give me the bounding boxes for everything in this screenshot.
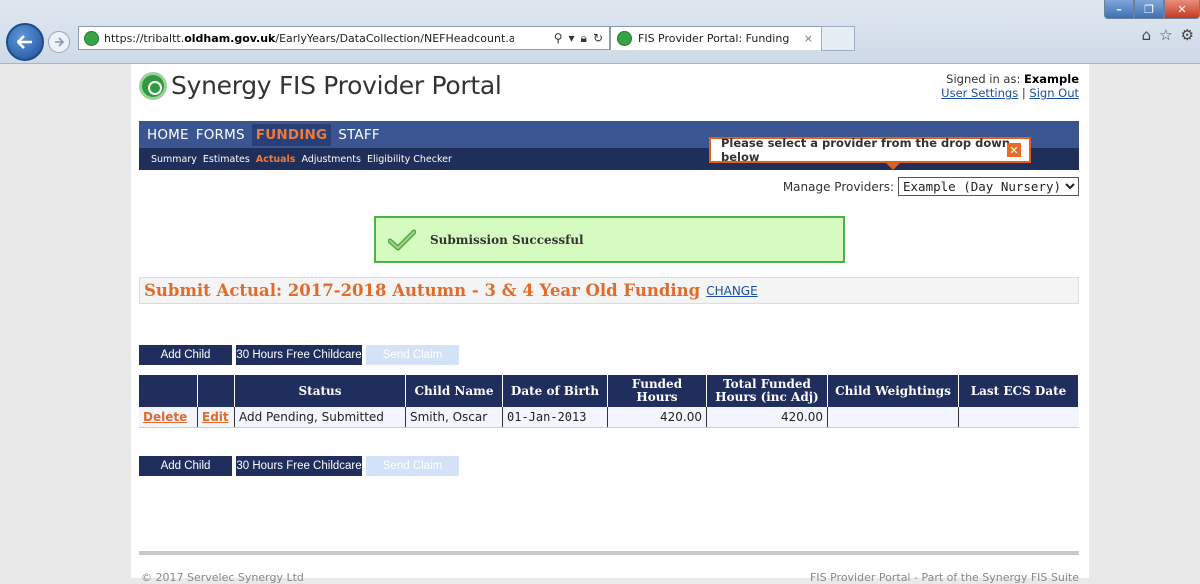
url-text: https://tribaltt.oldham.gov.uk/EarlyYear… xyxy=(104,31,514,45)
edit-link[interactable]: Edit xyxy=(202,410,229,424)
subnav-eligibility-checker[interactable]: Eligibility Checker xyxy=(367,154,452,165)
tab-favicon-icon xyxy=(617,31,632,46)
col-status[interactable]: Status xyxy=(234,375,406,407)
manage-providers-label: Manage Providers: xyxy=(782,179,894,194)
funded-hours-cell: 420.00 xyxy=(607,407,707,428)
children-table: Status Child Name Date of Birth Funded H… xyxy=(139,375,1079,428)
status-cell: Add Pending, Submitted xyxy=(234,407,406,428)
user-settings-link[interactable]: User Settings xyxy=(941,86,1018,100)
subnav-adjustments[interactable]: Adjustments xyxy=(301,154,361,165)
free-childcare-button-bottom[interactable]: 30 Hours Free Childcare xyxy=(236,456,362,476)
minimize-button[interactable]: – xyxy=(1104,0,1134,19)
edit-cell: Edit xyxy=(197,407,235,428)
button-row-bottom: Add Child 30 Hours Free Childcare Send C… xyxy=(139,456,459,476)
delete-cell: Delete xyxy=(139,407,198,428)
synergy-logo-icon xyxy=(139,71,167,100)
browser-chrome: – ❐ ✕ https://tribaltt.oldham.gov.uk/Ear… xyxy=(0,0,1200,64)
success-text: Submission Successful xyxy=(430,232,584,247)
provider-tooltip: Please select a provider from the drop d… xyxy=(709,136,1031,170)
settings-gear-icon[interactable]: ⚙ xyxy=(1181,26,1194,44)
logo-text: Synergy FIS Provider Portal xyxy=(171,71,502,100)
weightings-cell xyxy=(827,407,959,428)
window-controls: – ❐ ✕ xyxy=(1104,0,1200,19)
maximize-button[interactable]: ❐ xyxy=(1134,0,1164,19)
col-date-of-birth[interactable]: Date of Birth xyxy=(502,375,608,407)
table-header-row: Status Child Name Date of Birth Funded H… xyxy=(139,375,1079,407)
arrow-right-icon xyxy=(55,37,64,47)
total-funded-hours-cell: 420.00 xyxy=(706,407,828,428)
col-child-name[interactable]: Child Name xyxy=(405,375,503,407)
col-total-funded-hours[interactable]: Total Funded Hours (inc Adj) xyxy=(706,375,828,407)
tooltip-text: Please select a provider from the drop d… xyxy=(721,136,1011,164)
home-icon[interactable]: ⌂ xyxy=(1142,26,1152,44)
send-claim-button[interactable]: Send Claim xyxy=(366,345,459,365)
signed-in-user: Example xyxy=(1024,72,1079,86)
subnav-actuals[interactable]: Actuals xyxy=(256,154,296,165)
col-delete xyxy=(139,375,198,407)
nav-funding[interactable]: FUNDING xyxy=(251,123,332,146)
subnav-summary[interactable]: Summary xyxy=(151,154,197,165)
nav-forms[interactable]: FORMS xyxy=(196,127,245,143)
nav-staff[interactable]: STAFF xyxy=(338,127,380,143)
tab-close-icon[interactable]: × xyxy=(804,32,813,45)
address-bar[interactable]: https://tribaltt.oldham.gov.uk/EarlyYear… xyxy=(78,26,610,50)
free-childcare-button[interactable]: 30 Hours Free Childcare xyxy=(236,345,362,365)
last-ecs-cell xyxy=(958,407,1079,428)
col-child-weightings[interactable]: Child Weightings xyxy=(827,375,959,407)
close-window-button[interactable]: ✕ xyxy=(1164,0,1200,19)
tooltip-arrow xyxy=(885,162,901,170)
table-row: Delete Edit Add Pending, Submitted Smith… xyxy=(139,407,1079,428)
portal-page: Synergy FIS Provider Portal Signed in as… xyxy=(131,64,1089,584)
forward-button[interactable] xyxy=(48,31,70,53)
button-row-top: Add Child 30 Hours Free Childcare Send C… xyxy=(139,345,459,365)
page-viewport: Synergy FIS Provider Portal Signed in as… xyxy=(0,64,1200,584)
checkmark-icon xyxy=(388,229,416,250)
col-funded-hours[interactable]: Funded Hours xyxy=(607,375,707,407)
col-edit xyxy=(197,375,235,407)
footer-divider xyxy=(139,551,1079,555)
tooltip-close-icon[interactable]: ✕ xyxy=(1007,143,1021,157)
signed-in-label: Signed in as: xyxy=(946,72,1024,86)
submit-header: Submit Actual: 2017-2018 Autumn - 3 & 4 … xyxy=(139,277,1079,304)
signed-in-panel: Signed in as: Example User Settings | Si… xyxy=(941,72,1079,100)
child-name-cell: Smith, Oscar xyxy=(405,407,503,428)
link-separator: | xyxy=(1018,86,1030,100)
search-icon[interactable]: ⚲ xyxy=(554,31,563,45)
nav-home[interactable]: HOME xyxy=(147,127,189,143)
sign-out-link[interactable]: Sign Out xyxy=(1029,86,1079,100)
dob-cell: 01-Jan-2013 xyxy=(502,407,608,428)
lock-icon[interactable]: 🔒︎ xyxy=(581,31,587,46)
delete-link[interactable]: Delete xyxy=(143,410,187,424)
tab-title: FIS Provider Portal: Funding xyxy=(638,32,790,45)
dropdown-arrow-icon[interactable]: ▾ xyxy=(569,31,575,45)
success-message: Submission Successful xyxy=(374,216,845,263)
manage-providers: Manage Providers: Example (Day Nursery) xyxy=(783,177,1079,196)
new-tab-button[interactable] xyxy=(821,26,855,51)
provider-select[interactable]: Example (Day Nursery) xyxy=(898,177,1079,196)
subnav-estimates[interactable]: Estimates xyxy=(203,154,250,165)
add-child-button-bottom[interactable]: Add Child xyxy=(139,456,232,476)
favorites-icon[interactable]: ☆ xyxy=(1159,26,1172,44)
col-last-ecs-date[interactable]: Last ECS Date xyxy=(958,375,1079,407)
browser-tab[interactable]: FIS Provider Portal: Funding × xyxy=(610,26,822,50)
back-button[interactable] xyxy=(6,23,44,61)
submit-title: Submit Actual: 2017-2018 Autumn - 3 & 4 … xyxy=(144,281,701,300)
site-favicon-icon xyxy=(84,30,99,46)
change-link[interactable]: CHANGE xyxy=(706,284,757,298)
send-claim-button-bottom[interactable]: Send Claim xyxy=(366,456,459,476)
arrow-left-icon xyxy=(17,35,32,49)
refresh-icon[interactable]: ↻ xyxy=(593,31,603,45)
add-child-button[interactable]: Add Child xyxy=(139,345,232,365)
portal-logo[interactable]: Synergy FIS Provider Portal xyxy=(139,71,502,100)
